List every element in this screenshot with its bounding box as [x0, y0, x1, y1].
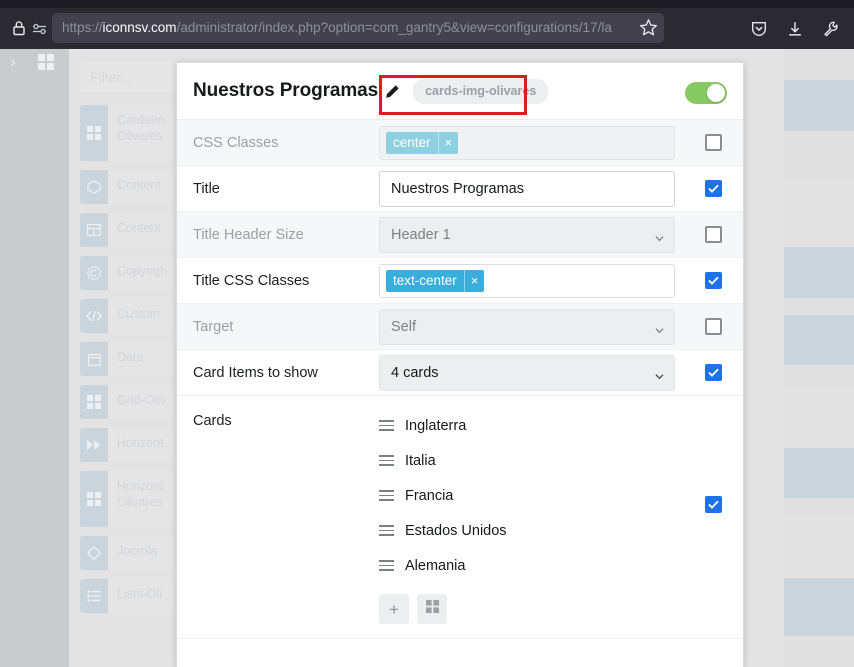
row-override-checkbox-cell	[683, 134, 743, 151]
url-host: iconnsv.com	[102, 20, 177, 35]
navigation-toolbar: https://iconnsv.com/administrator/index.…	[0, 8, 854, 49]
url-path: /administrator/index.php?option=com_gant…	[176, 20, 612, 35]
row-label: Title Header Size	[193, 226, 304, 243]
download-icon[interactable]	[786, 20, 804, 38]
css-classes-input[interactable]: center ×	[379, 125, 675, 160]
row-override-checkbox-cell	[683, 408, 743, 513]
row-override-checkbox-cell	[683, 272, 743, 289]
page-title: Nuestros Programas	[193, 80, 379, 101]
dialog-header: Nuestros Programas cards-img-olivares	[177, 63, 743, 119]
row-title-css-classes: Title CSS Classes text-center ×	[177, 258, 743, 304]
row-field: center ×	[379, 125, 683, 160]
plus-icon: +	[389, 599, 399, 619]
site-permissions-icon[interactable]	[32, 22, 48, 35]
chevron-down-icon	[655, 323, 664, 333]
tag-label: center	[393, 134, 431, 150]
row-field: Self	[379, 308, 683, 345]
list-item-label: Francia	[405, 487, 454, 504]
tag-chip[interactable]: center ×	[386, 131, 459, 154]
tag-label: text-center	[393, 272, 457, 288]
override-checkbox[interactable]	[704, 180, 722, 197]
row-override-checkbox-cell	[683, 226, 743, 243]
browser-chrome: https://iconnsv.com/administrator/index.…	[0, 0, 854, 49]
title-css-classes-input[interactable]: text-center ×	[379, 263, 675, 298]
list-item-label: Italia	[405, 452, 436, 469]
chevron-down-icon	[655, 369, 664, 379]
row-field: Nuestros Programas	[379, 170, 683, 207]
row-card-items-to-show: Card Items to show 4 cards	[177, 350, 743, 396]
override-checkbox[interactable]	[704, 318, 722, 335]
row-label: CSS Classes	[193, 134, 279, 151]
star-icon[interactable]	[639, 18, 658, 37]
drag-handle-icon[interactable]	[379, 490, 395, 501]
row-cards: Cards Inglaterra Italia Francia Estados …	[177, 396, 743, 639]
row-target: Target Self	[177, 304, 743, 350]
list-item-label: Inglaterra	[405, 417, 467, 434]
url-text: https://iconnsv.com/administrator/index.…	[62, 13, 640, 43]
row-override-checkbox-cell	[683, 180, 743, 197]
particle-settings-dialog: Nuestros Programas cards-img-olivares CS…	[176, 62, 744, 667]
list-item[interactable]: Inglaterra	[379, 408, 675, 443]
tab-strip	[0, 0, 854, 8]
row-label: Cards	[193, 413, 232, 429]
pencil-icon[interactable]	[385, 84, 400, 99]
override-checkbox[interactable]	[704, 272, 722, 289]
list-item[interactable]: Italia	[379, 443, 675, 478]
select-value: Header 1	[391, 226, 451, 243]
row-title: Title Nuestros Programas	[177, 166, 743, 212]
list-item-label: Alemania	[405, 557, 466, 574]
chevron-down-icon	[655, 231, 664, 241]
card-picker-button[interactable]	[417, 594, 447, 624]
add-card-button[interactable]: +	[379, 594, 409, 624]
lock-icon	[12, 20, 26, 36]
row-field: Inglaterra Italia Francia Estados Unidos…	[379, 408, 683, 624]
row-field: Header 1	[379, 216, 683, 253]
status-badge: cards-img-olivares	[413, 78, 549, 104]
row-label: Title CSS Classes	[193, 272, 310, 289]
tag-remove-icon[interactable]: ×	[463, 269, 485, 292]
drag-handle-icon[interactable]	[379, 560, 395, 571]
toggle-knob	[707, 84, 725, 102]
drag-handle-icon[interactable]	[379, 420, 395, 431]
wrench-icon[interactable]	[822, 20, 840, 38]
settings-rows: CSS Classes center × Title Nuestros Prog…	[177, 119, 743, 639]
row-label: Card Items to show	[193, 364, 318, 381]
tag-remove-icon[interactable]: ×	[437, 131, 459, 154]
row-label: Title	[193, 180, 220, 197]
card-items-select[interactable]: 4 cards	[379, 354, 675, 391]
override-checkbox[interactable]	[704, 226, 722, 243]
row-label: Target	[193, 318, 234, 335]
tag-chip[interactable]: text-center ×	[386, 269, 485, 292]
cards-list: Inglaterra Italia Francia Estados Unidos…	[379, 408, 675, 624]
title-input[interactable]: Nuestros Programas	[379, 170, 675, 207]
override-checkbox[interactable]	[704, 364, 722, 381]
row-override-checkbox-cell	[683, 318, 743, 335]
override-checkbox[interactable]	[704, 134, 722, 151]
cards-actions: +	[379, 594, 675, 624]
target-select[interactable]: Self	[379, 308, 675, 345]
title-header-size-select[interactable]: Header 1	[379, 216, 675, 253]
enable-toggle[interactable]	[685, 82, 727, 104]
row-css-classes: CSS Classes center ×	[177, 120, 743, 166]
row-field: 4 cards	[379, 354, 683, 391]
list-item[interactable]: Francia	[379, 478, 675, 513]
pocket-shield-icon[interactable]	[750, 20, 768, 38]
override-checkbox[interactable]	[704, 496, 722, 513]
drag-handle-icon[interactable]	[379, 525, 395, 536]
row-field: text-center ×	[379, 263, 683, 298]
screen: https://iconnsv.com/administrator/index.…	[0, 0, 854, 667]
list-item[interactable]: Estados Unidos	[379, 513, 675, 548]
grid-icon	[425, 600, 439, 618]
row-override-checkbox-cell	[683, 364, 743, 381]
list-item[interactable]: Alemania	[379, 548, 675, 583]
row-title-header-size: Title Header Size Header 1	[177, 212, 743, 258]
drag-handle-icon[interactable]	[379, 455, 395, 466]
select-value: Self	[391, 318, 416, 335]
list-item-label: Estados Unidos	[405, 522, 507, 539]
select-value: 4 cards	[391, 364, 439, 381]
url-bar[interactable]: https://iconnsv.com/administrator/index.…	[52, 13, 664, 43]
url-scheme: https://	[62, 20, 103, 35]
